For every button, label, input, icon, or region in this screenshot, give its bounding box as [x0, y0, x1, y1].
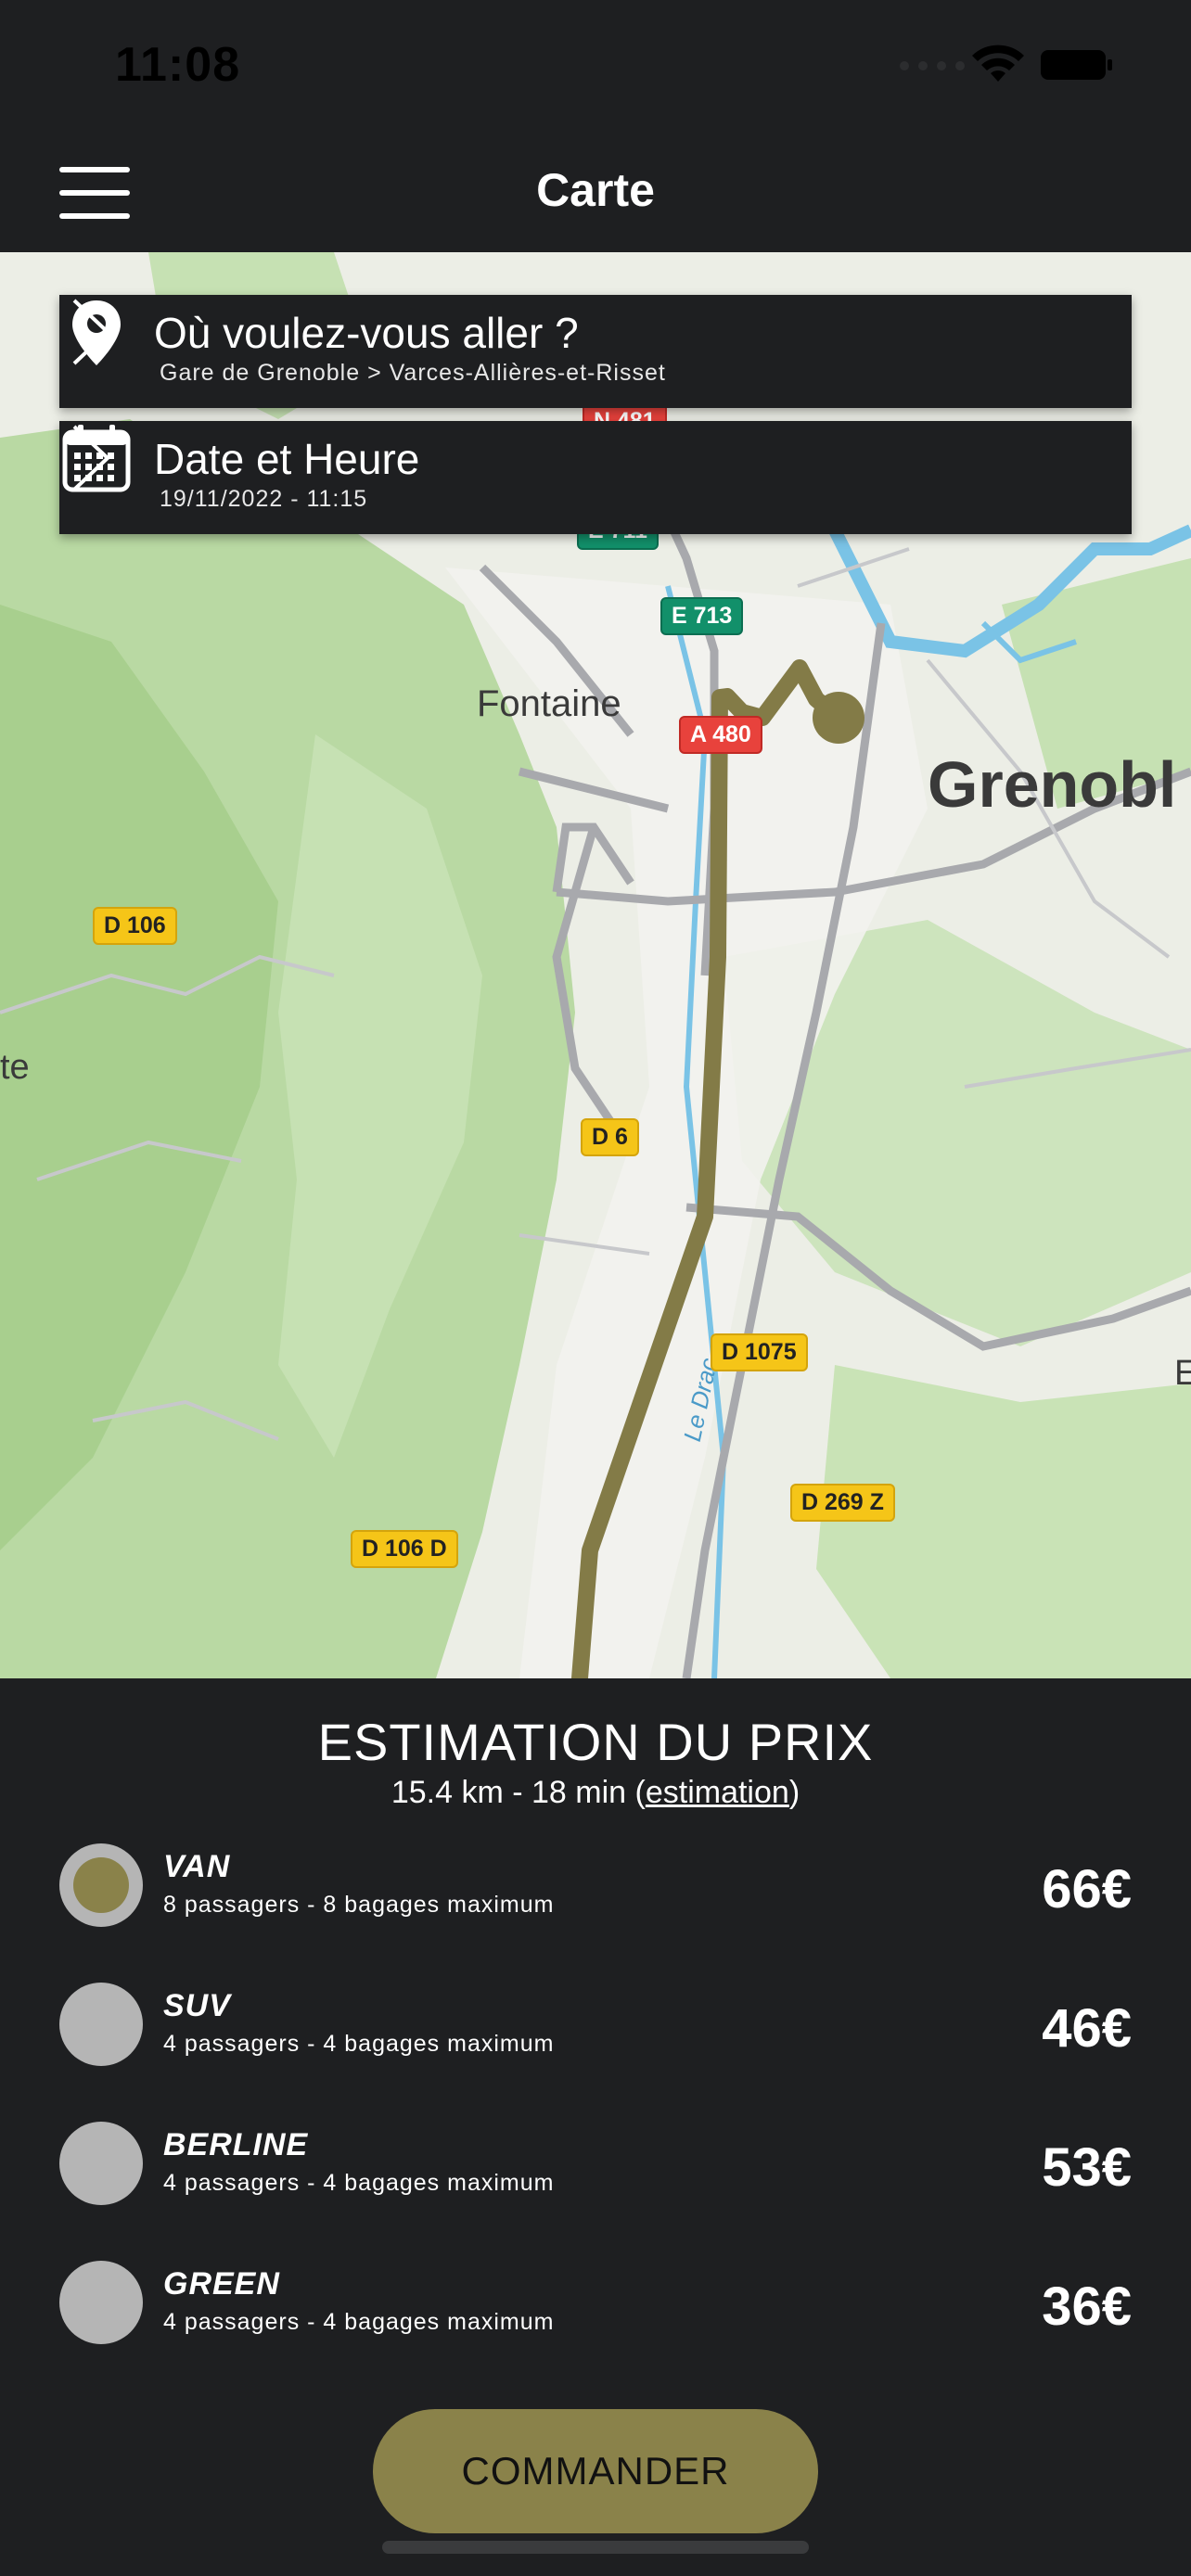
vehicle-radio[interactable] — [59, 2261, 143, 2344]
destination-card[interactable]: Où voulez-vous aller ? Gare de Grenoble … — [59, 295, 1132, 408]
vehicle-radio[interactable] — [59, 1843, 143, 1927]
vehicle-price: 46€ — [1042, 1998, 1132, 2059]
road-label-d106: D 106 — [93, 907, 177, 945]
destination-title: Où voulez-vous aller ? — [154, 309, 579, 357]
place-label-fontaine: Fontaine — [477, 683, 621, 724]
estimate-summary-end: ) — [788, 1775, 800, 1810]
estimate-title: ESTIMATION DU PRIX — [317, 1713, 874, 1771]
vehicle-description: 4 passagers - 4 bagages maximum — [163, 2031, 555, 2057]
vehicle-option-van[interactable]: VAN 8 passagers - 8 bagages maximum 66€ — [59, 1840, 1132, 1932]
road-label-d106d: D 106 D — [351, 1530, 458, 1568]
signal-icon — [900, 61, 965, 70]
order-button[interactable]: COMMANDER — [373, 2409, 818, 2533]
place-label-grenoble: Grenobl — [928, 748, 1177, 821]
home-indicator — [382, 2541, 809, 2554]
road-label-d1075: D 1075 — [711, 1333, 808, 1371]
datetime-title: Date et Heure — [154, 435, 420, 483]
road-label-a480: A 480 — [679, 716, 762, 754]
road-label-d6: D 6 — [581, 1118, 639, 1156]
vehicle-description: 8 passagers - 8 bagages maximum — [163, 1892, 555, 1918]
chevron-right-icon — [72, 299, 110, 365]
status-time: 11:08 — [115, 38, 241, 92]
vehicle-price: 66€ — [1042, 1859, 1132, 1919]
vehicle-option-berline[interactable]: BERLINE 4 passagers - 4 bagages maximum 53… — [59, 2118, 1132, 2211]
vehicle-radio[interactable] — [59, 2122, 143, 2205]
vehicle-option-suv[interactable]: SUV 4 passagers - 4 bagages maximum 46€ — [59, 1979, 1132, 2072]
road-label-e713: E 713 — [660, 597, 744, 635]
map-view[interactable]: Fontaine Grenobl te E Le Drac N 481 E 71… — [0, 252, 1191, 1678]
vehicle-option-green[interactable]: GREEN 4 passagers - 4 bagages maximum 36€ — [59, 2257, 1132, 2350]
datetime-card[interactable]: Date et Heure 19/11/2022 - 11:15 — [59, 421, 1132, 534]
vehicle-description: 4 passagers - 4 bagages maximum — [163, 2170, 555, 2196]
datetime-subtitle: 19/11/2022 - 11:15 — [160, 486, 368, 512]
nav-bar: Carte — [0, 139, 1191, 252]
vehicle-price: 36€ — [1042, 2276, 1132, 2337]
status-bar: 11:08 — [0, 0, 1191, 139]
estimation-link[interactable]: estimation — [646, 1775, 789, 1810]
vehicle-price: 53€ — [1042, 2137, 1132, 2198]
wifi-icon — [972, 45, 1024, 82]
place-label-te: te — [0, 1048, 30, 1087]
road-label-d269z: D 269 Z — [790, 1484, 895, 1522]
destination-subtitle: Gare de Grenoble > Varces-Allières-et-Ri… — [160, 360, 666, 386]
vehicle-name: SUV — [163, 1988, 231, 2023]
vehicle-radio[interactable] — [59, 1983, 143, 2066]
place-label-e: E — [1174, 1354, 1191, 1393]
vehicle-name: VAN — [163, 1849, 231, 1884]
vehicle-name: GREEN — [163, 2266, 280, 2302]
vehicle-description: 4 passagers - 4 bagages maximum — [163, 2309, 555, 2335]
estimate-summary: 15.4 km - 18 min (estimation) — [0, 1775, 1191, 1811]
chevron-right-icon — [72, 425, 110, 491]
page-title: Carte — [536, 164, 655, 216]
vehicle-name: BERLINE — [163, 2127, 309, 2162]
estimate-distance-time: 15.4 km - 18 min ( — [391, 1775, 646, 1810]
battery-icon — [1041, 50, 1112, 80]
